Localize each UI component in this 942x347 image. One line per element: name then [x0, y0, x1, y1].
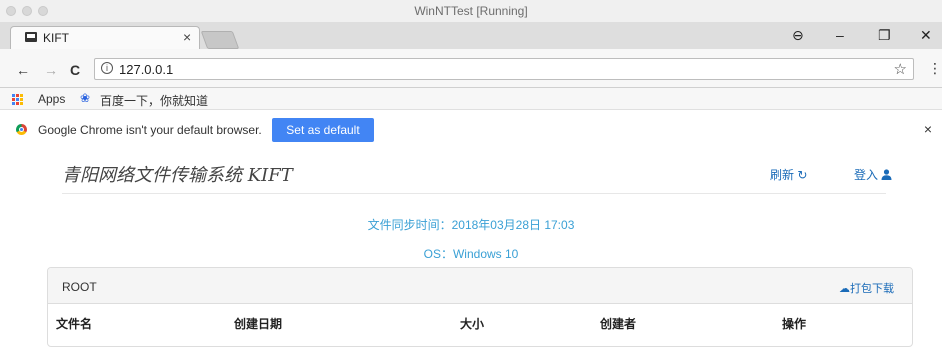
page-content: 青阳网络文件传输系统 KIFT 刷新 ↻ 登入 文件同步时间：2018年03月2… [0, 148, 942, 347]
brand-title: 青阳网络文件传输系统 KIFT [62, 165, 293, 186]
download-all-link[interactable]: ☁打包下载 [839, 280, 894, 296]
set-default-button[interactable]: Set as default [272, 118, 374, 142]
refresh-link[interactable]: 刷新 ↻ [770, 166, 807, 183]
column-creator: 创建者 [600, 317, 637, 331]
bookmark-apps[interactable]: Apps [38, 92, 65, 106]
vm-title: WinNTTest [Running] [414, 4, 528, 18]
cloud-download-icon: ☁ [839, 283, 850, 295]
refresh-label: 刷新 [770, 168, 795, 182]
column-created-date: 创建日期 [234, 317, 283, 331]
back-button[interactable]: ← [16, 62, 30, 78]
page-favicon-icon [25, 32, 37, 42]
address-url[interactable]: 127.0.0.1 [119, 62, 173, 77]
minimize-button[interactable]: – [836, 27, 844, 43]
os-info: OS：Windows 10 [423, 247, 519, 261]
login-link[interactable]: 登入 [854, 166, 892, 183]
infobar-close-icon[interactable]: × [924, 121, 932, 137]
infobar-message: Google Chrome isn't your default browser… [38, 123, 262, 137]
default-browser-infobar: Google Chrome isn't your default browser… [0, 117, 942, 143]
panel-title: ROOT [62, 280, 97, 294]
browser-toolbar: ← → C i 127.0.0.1 ☆ ⋮ [0, 49, 942, 88]
bookmark-star-icon[interactable]: ☆ [894, 60, 907, 78]
tab-title: KIFT [43, 31, 69, 45]
column-actions: 操作 [782, 317, 807, 331]
reload-button[interactable]: C [70, 62, 80, 78]
baidu-paw-icon[interactable]: ❀ [80, 91, 90, 105]
forward-button[interactable]: → [44, 62, 58, 78]
address-bar[interactable]: i 127.0.0.1 ☆ [94, 58, 914, 80]
bookmark-baidu[interactable]: 百度一下，你就知道 [100, 92, 208, 109]
chrome-icon [16, 124, 27, 135]
panel-heading: ROOT ☁打包下载 [48, 268, 912, 304]
user-icon [881, 169, 892, 180]
profile-icon[interactable]: ⊖ [792, 27, 804, 44]
close-window-button[interactable]: ✕ [920, 27, 932, 44]
restore-button[interactable]: ❐ [878, 27, 891, 44]
sync-time: 文件同步时间：2018年03月28日 17:03 [367, 218, 575, 232]
login-label: 登入 [854, 168, 879, 182]
menu-icon[interactable]: ⋮ [928, 60, 942, 77]
apps-grid-icon[interactable] [12, 94, 24, 105]
column-filename: 文件名 [56, 317, 93, 331]
tab-kift[interactable]: KIFT × [10, 26, 200, 49]
column-size: 大小 [460, 317, 485, 331]
tab-close-icon[interactable]: × [183, 29, 191, 45]
header-divider [62, 193, 886, 194]
refresh-icon: ↻ [797, 168, 808, 182]
file-panel: ROOT ☁打包下载 文件名 创建日期 大小 创建者 操作 [47, 267, 913, 347]
new-tab-button[interactable] [200, 31, 240, 49]
vm-title-bar: WinNTTest [Running] [0, 0, 942, 22]
info-icon[interactable]: i [101, 62, 113, 74]
download-label: 打包下载 [850, 283, 894, 295]
bookmarks-bar: Apps ❀ 百度一下，你就知道 [0, 88, 942, 110]
